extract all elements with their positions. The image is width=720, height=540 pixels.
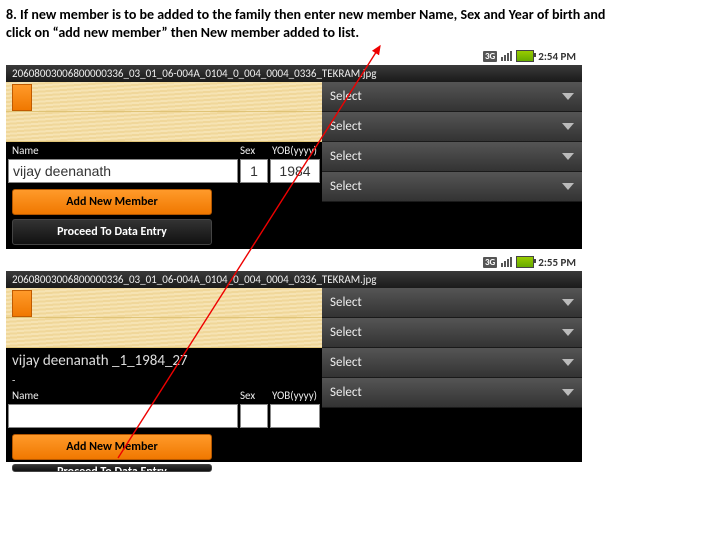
chevron-down-icon	[562, 389, 574, 396]
chevron-down-icon	[562, 329, 574, 336]
input-row	[6, 159, 322, 185]
dash: -	[6, 374, 322, 387]
clock: 2:54 PM	[538, 50, 576, 63]
field-labels: Name Sex YOB(yyyy)	[6, 387, 322, 404]
select-dropdown[interactable]: Select	[322, 378, 582, 408]
list-item	[6, 288, 322, 318]
label-name: Name	[12, 144, 236, 157]
sex-input[interactable]	[240, 159, 268, 183]
label-yob: YOB(yyyy)	[272, 144, 322, 157]
chevron-down-icon	[562, 183, 574, 190]
select-dropdown[interactable]: Select	[322, 172, 582, 202]
proceed-button[interactable]: Proceed To Data Entry	[12, 219, 212, 245]
instruction-text: 8. If new member is to be added to the f…	[6, 6, 626, 41]
label-name: Name	[12, 389, 236, 402]
chevron-down-icon	[562, 123, 574, 130]
select-label: Select	[330, 149, 362, 164]
select-label: Select	[330, 179, 362, 194]
select-dropdown[interactable]: Select	[322, 112, 582, 142]
chevron-down-icon	[562, 359, 574, 366]
select-label: Select	[330, 119, 362, 134]
list-item	[6, 112, 322, 142]
select-label: Select	[330, 355, 362, 370]
select-label: Select	[330, 89, 362, 104]
field-labels: Name Sex YOB(yyyy)	[6, 142, 322, 159]
battery-icon	[516, 50, 534, 62]
select-dropdown[interactable]: Select	[322, 82, 582, 112]
select-dropdown[interactable]: Select	[322, 318, 582, 348]
name-input[interactable]	[8, 404, 238, 428]
status-bar: 3G 2:54 PM	[6, 47, 582, 65]
select-label: Select	[330, 295, 362, 310]
chevron-down-icon	[562, 93, 574, 100]
select-label: Select	[330, 325, 362, 340]
network-3g-icon: 3G	[483, 257, 497, 268]
network-3g-icon: 3G	[483, 51, 497, 62]
proceed-button[interactable]: Proceed To Data Entry	[12, 464, 212, 472]
input-row	[6, 404, 322, 430]
list-item	[6, 318, 322, 348]
screen-before: 3G 2:54 PM 20608003006800000336_03_01_06…	[6, 47, 582, 249]
clock: 2:55 PM	[538, 256, 576, 269]
chevron-down-icon	[562, 153, 574, 160]
signal-icon	[501, 51, 512, 61]
name-input[interactable]	[8, 159, 238, 183]
battery-icon	[516, 256, 534, 268]
yob-input[interactable]	[270, 159, 320, 183]
add-new-member-button[interactable]: Add New Member	[12, 434, 212, 460]
screen-after: 3G 2:55 PM 20608003006800000336_03_01_06…	[6, 253, 582, 462]
file-name-bar: 20608003006800000336_03_01_06-004A_0104_…	[6, 65, 582, 82]
file-name-bar: 20608003006800000336_03_01_06-004A_0104_…	[6, 271, 582, 288]
yob-input[interactable]	[270, 404, 320, 428]
add-new-member-button[interactable]: Add New Member	[12, 189, 212, 215]
label-sex: Sex	[240, 144, 268, 157]
label-sex: Sex	[240, 389, 268, 402]
chevron-down-icon	[562, 299, 574, 306]
select-dropdown[interactable]: Select	[322, 348, 582, 378]
label-yob: YOB(yyyy)	[272, 389, 322, 402]
sex-input[interactable]	[240, 404, 268, 428]
select-dropdown[interactable]: Select	[322, 142, 582, 172]
list-item	[6, 82, 322, 112]
select-label: Select	[330, 385, 362, 400]
added-member-row: vijay deenanath _1_1984_27	[6, 348, 322, 374]
select-dropdown[interactable]: Select	[322, 288, 582, 318]
status-bar: 3G 2:55 PM	[6, 253, 582, 271]
signal-icon	[501, 257, 512, 267]
